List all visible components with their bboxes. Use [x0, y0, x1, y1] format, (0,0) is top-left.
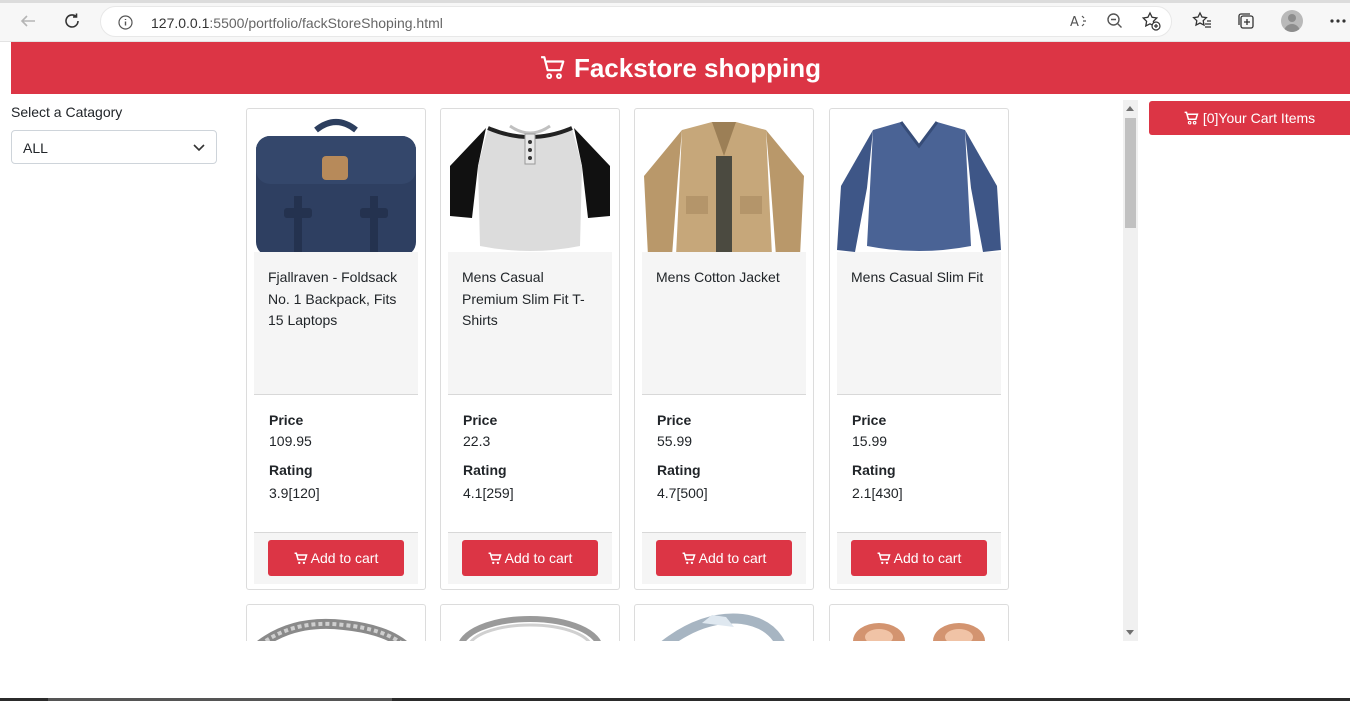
url-text: 127.0.0.1:5500/portfolio/fackStoreShopin… [151, 15, 443, 31]
cart-plus-icon [488, 551, 502, 564]
back-button[interactable] [16, 9, 40, 33]
add-to-cart-button[interactable]: Add to cart [462, 540, 598, 576]
price-label: Price [269, 412, 304, 428]
price-value: 22.3 [463, 433, 491, 449]
collections-button[interactable] [1236, 11, 1256, 31]
product-card-partial [829, 604, 1009, 641]
rating-value: 4.1[259] [463, 485, 514, 501]
favorites-button[interactable] [1192, 11, 1212, 31]
tab-strip-edge [0, 0, 1350, 3]
cart-items-button[interactable]: [0]Your Cart Items [1149, 101, 1350, 135]
back-arrow-icon [20, 15, 35, 27]
product-image-bracelet [256, 618, 407, 641]
product-card-partial [440, 604, 620, 641]
rating-label: Rating [852, 462, 896, 478]
site-header: Fackstore shopping [11, 42, 1350, 94]
shopping-cart-icon [541, 56, 565, 80]
product-card: Fjallraven - Foldsack No. 1 Backpack, Fi… [246, 108, 426, 590]
rating-value: 4.7[500] [657, 485, 708, 501]
product-image-long-sleeve-shirt [837, 116, 1001, 258]
more-options-icon [1330, 19, 1346, 23]
star-add-icon [1141, 11, 1161, 31]
add-to-cart-button[interactable]: Add to cart [268, 540, 404, 576]
chevron-down-icon [193, 144, 205, 152]
product-image-earrings [853, 623, 985, 641]
refresh-button[interactable] [60, 9, 84, 33]
favorites-icon [1192, 11, 1211, 28]
product-image-raglan-tshirt [448, 116, 612, 258]
profile-avatar[interactable] [1281, 10, 1303, 32]
shopping-cart-icon [1184, 111, 1199, 125]
product-name: Mens Cotton Jacket [642, 252, 806, 395]
settings-menu-button[interactable] [1328, 11, 1348, 31]
product-card: Mens Casual Premium Slim Fit T-Shirts Pr… [440, 108, 620, 590]
product-name: Mens Casual Slim Fit [837, 252, 1001, 395]
collections-icon [1238, 13, 1254, 29]
rating-label: Rating [463, 462, 507, 478]
product-card: Mens Cotton Jacket Price 55.99 Rating 4.… [634, 108, 814, 590]
category-label: Select a Catagory [11, 104, 123, 120]
product-card: Mens Casual Slim Fit Price 15.99 Rating … [829, 108, 1009, 590]
rating-label: Rating [657, 462, 701, 478]
product-name: Fjallraven - Foldsack No. 1 Backpack, Fi… [254, 252, 418, 395]
address-bar[interactable]: 127.0.0.1:5500/portfolio/fackStoreShopin… [100, 6, 1172, 37]
site-title: Fackstore shopping [573, 52, 822, 83]
add-to-cart-label: Add to cart [310, 550, 379, 566]
rating-value: 2.1[430] [852, 485, 903, 501]
refresh-icon [65, 13, 79, 28]
url-path: :5500/portfolio/fackStoreShoping.html [209, 15, 443, 31]
price-label: Price [657, 412, 692, 428]
price-value: 109.95 [269, 433, 312, 449]
add-to-cart-button[interactable]: Add to cart [656, 540, 792, 576]
browser-toolbar: 127.0.0.1:5500/portfolio/fackStoreShopin… [0, 0, 1350, 42]
read-aloud-icon: A [1070, 15, 1086, 29]
scroll-up-icon[interactable] [1126, 106, 1134, 111]
product-grid: Fjallraven - Foldsack No. 1 Backpack, Fi… [240, 100, 1123, 641]
product-card-partial [246, 604, 426, 641]
add-to-cart-label: Add to cart [698, 550, 767, 566]
zoom-out-button[interactable] [1105, 11, 1125, 31]
site-info-icon[interactable] [118, 15, 133, 30]
product-scrollbar[interactable] [1123, 100, 1138, 641]
add-favorite-button[interactable] [1141, 11, 1161, 31]
read-aloud-button[interactable]: A [1069, 11, 1089, 31]
cart-plus-icon [877, 551, 891, 564]
category-selected-value: ALL [23, 140, 48, 156]
add-to-cart-label: Add to cart [504, 550, 573, 566]
add-to-cart-label: Add to cart [893, 550, 962, 566]
cart-plus-icon [294, 551, 308, 564]
scroll-thumb[interactable] [1125, 118, 1136, 228]
svg-text:A: A [1070, 15, 1079, 29]
price-value: 15.99 [852, 433, 888, 449]
cart-plus-icon [682, 551, 696, 564]
price-label: Price [852, 412, 887, 428]
add-to-cart-button[interactable]: Add to cart [851, 540, 987, 576]
category-select[interactable]: ALL [11, 130, 217, 164]
price-label: Price [463, 412, 498, 428]
product-image-ring [459, 616, 601, 641]
product-card-partial [634, 604, 814, 641]
url-host: 127.0.0.1 [151, 15, 210, 31]
price-value: 55.99 [657, 433, 693, 449]
rating-value: 3.9[120] [269, 485, 320, 501]
product-name: Mens Casual Premium Slim Fit T-Shirts [448, 252, 612, 395]
scroll-down-icon[interactable] [1126, 630, 1134, 635]
product-image-jacket [642, 116, 806, 258]
rating-label: Rating [269, 462, 313, 478]
product-image-diamond-ring [661, 613, 785, 641]
cart-items-label: [0]Your Cart Items [1202, 110, 1316, 126]
zoom-out-icon [1107, 13, 1122, 28]
product-image-backpack [254, 116, 418, 258]
